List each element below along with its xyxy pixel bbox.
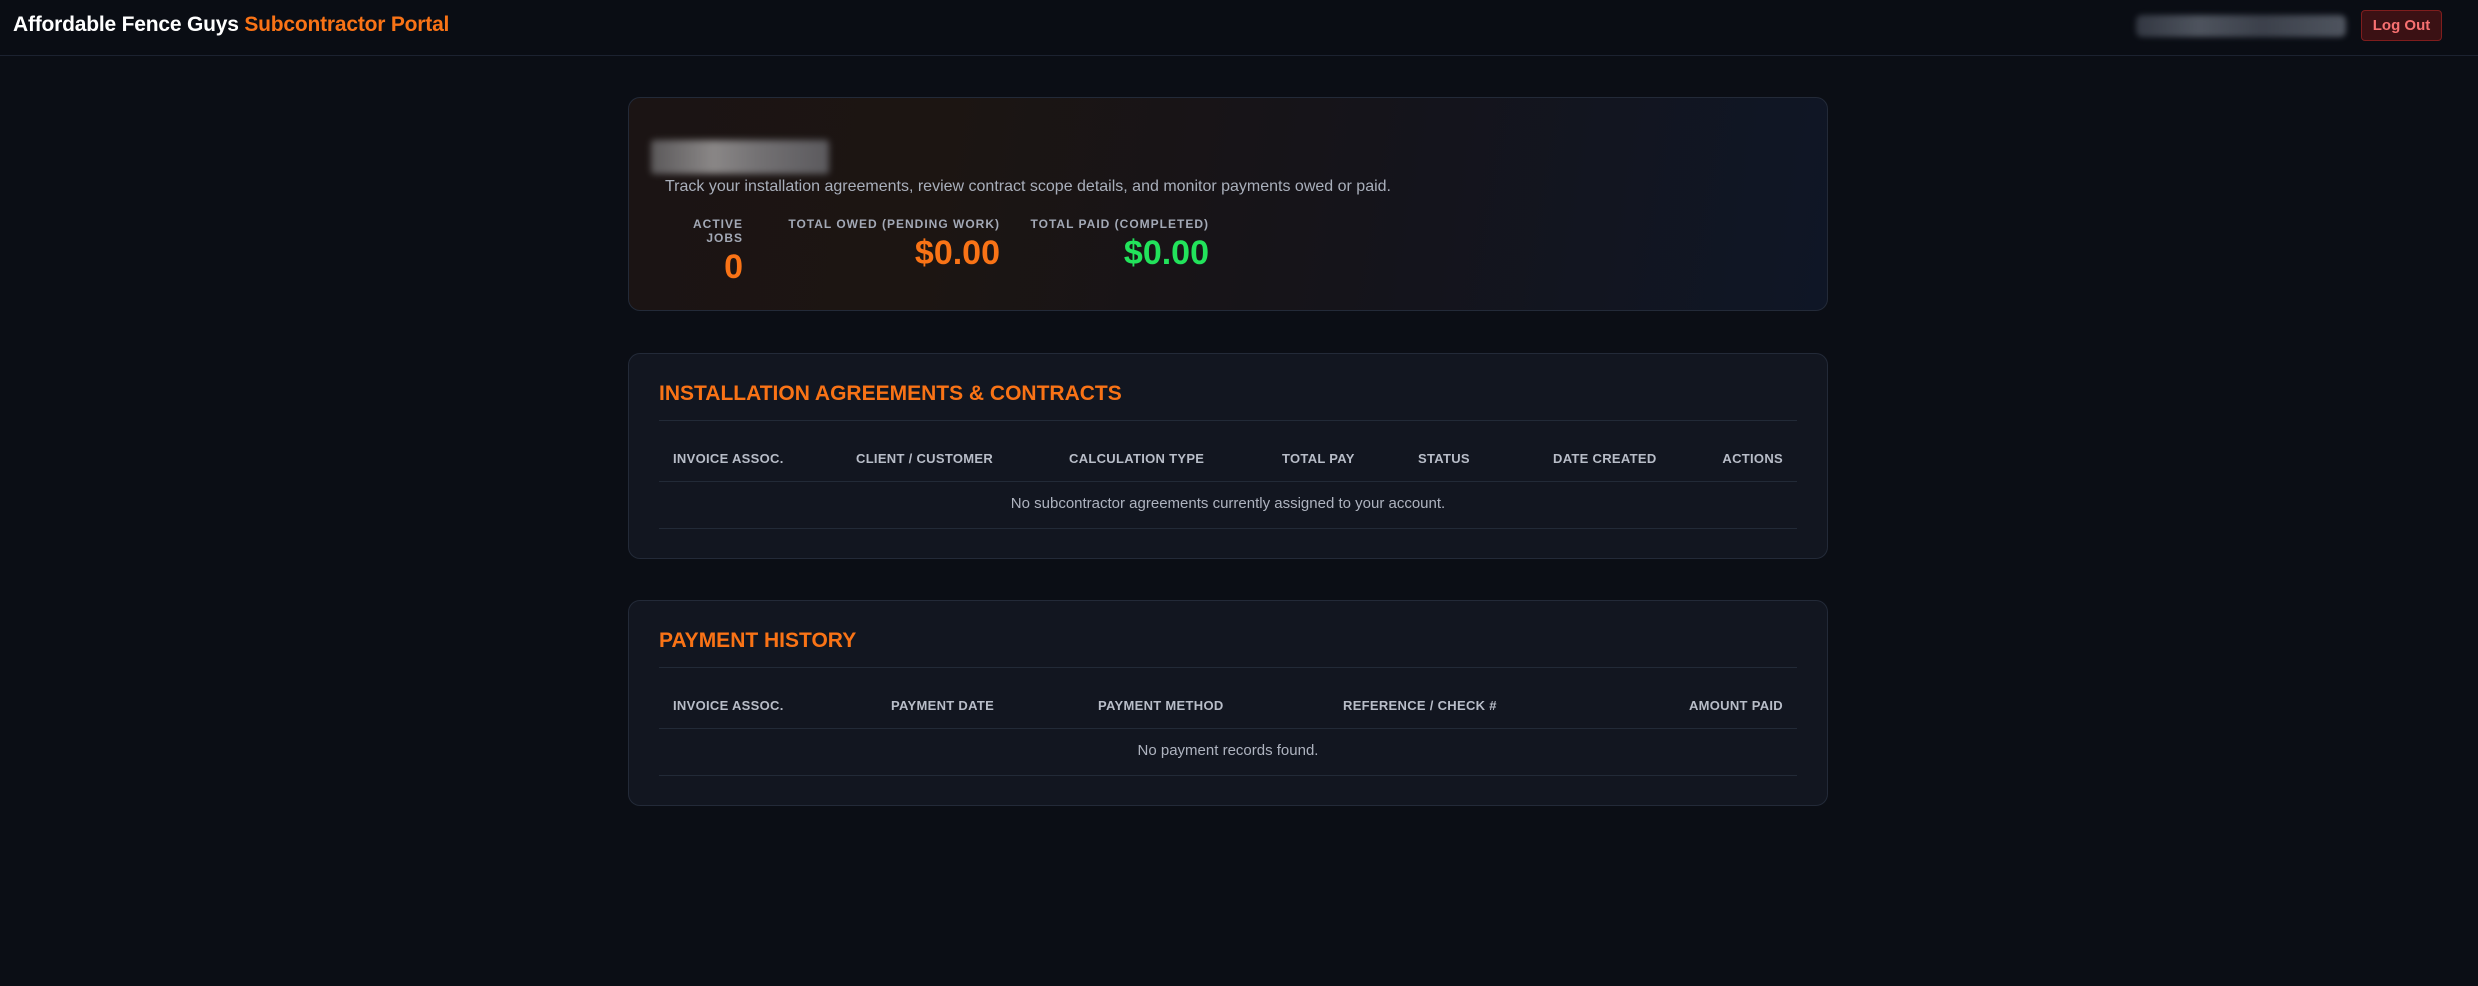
col-payment-date[interactable]: PAYMENT DATE (891, 698, 994, 713)
divider (659, 481, 1797, 482)
stat-value: $0.00 (1123, 234, 1209, 272)
payment-history-card: PAYMENT HISTORY INVOICE ASSOC. PAYMENT D… (628, 600, 1828, 806)
top-nav: Affordable Fence Guys Subcontractor Port… (0, 0, 2478, 56)
col-reference-check[interactable]: REFERENCE / CHECK # (1343, 698, 1497, 713)
divider (659, 667, 1797, 668)
stat-label: ACTIVE JOBS (692, 217, 743, 245)
divider (659, 528, 1797, 529)
col-payment-method[interactable]: PAYMENT METHOD (1098, 698, 1224, 713)
divider (659, 775, 1797, 776)
summary-subtitle: Track your installation agreements, revi… (665, 178, 1391, 195)
stat-value: 0 (724, 248, 743, 286)
stat-label: TOTAL PAID (COMPLETED) (1030, 217, 1209, 231)
table-header: INVOICE ASSOC. PAYMENT DATE PAYMENT METH… (659, 698, 1797, 722)
col-invoice-assoc[interactable]: INVOICE ASSOC. (673, 698, 784, 713)
section-title: PAYMENT HISTORY (659, 629, 857, 652)
section-title: INSTALLATION AGREEMENTS & CONTRACTS (659, 382, 1122, 405)
stat-active-jobs: ACTIVE JOBS 0 (663, 217, 743, 284)
col-actions[interactable]: ACTIONS (1722, 451, 1783, 466)
logout-button[interactable]: Log Out (2361, 10, 2442, 41)
empty-state: No payment records found. (1137, 742, 1319, 759)
stat-total-paid: TOTAL PAID (COMPLETED) $0.00 (1025, 217, 1209, 270)
portal-name: Subcontractor Portal (244, 13, 450, 36)
col-status[interactable]: STATUS (1418, 451, 1470, 466)
col-invoice-assoc[interactable]: INVOICE ASSOC. (673, 451, 784, 466)
user-email-redacted (2136, 15, 2346, 37)
stat-total-owed: TOTAL OWED (PENDING WORK) $0.00 (784, 217, 1000, 270)
col-total-pay[interactable]: TOTAL PAY (1282, 451, 1355, 466)
stat-label: TOTAL OWED (PENDING WORK) (788, 217, 1000, 231)
col-client-customer[interactable]: CLIENT / CUSTOMER (856, 451, 993, 466)
summary-card: Track your installation agreements, revi… (628, 97, 1828, 311)
col-amount-paid[interactable]: AMOUNT PAID (1689, 698, 1783, 713)
stat-value: $0.00 (914, 234, 1000, 272)
brand-name: Affordable Fence Guys (13, 13, 239, 36)
divider (659, 420, 1797, 421)
agreements-card: INSTALLATION AGREEMENTS & CONTRACTS INVO… (628, 353, 1828, 559)
col-date-created[interactable]: DATE CREATED (1553, 451, 1657, 466)
divider (659, 728, 1797, 729)
table-header: INVOICE ASSOC. CLIENT / CUSTOMER CALCULA… (659, 451, 1797, 475)
empty-state: No subcontractor agreements currently as… (1010, 495, 1446, 512)
welcome-title-redacted (651, 140, 829, 174)
brand-logo[interactable]: Affordable Fence Guys Subcontractor Port… (13, 13, 449, 37)
col-calculation-type[interactable]: CALCULATION TYPE (1069, 451, 1204, 466)
